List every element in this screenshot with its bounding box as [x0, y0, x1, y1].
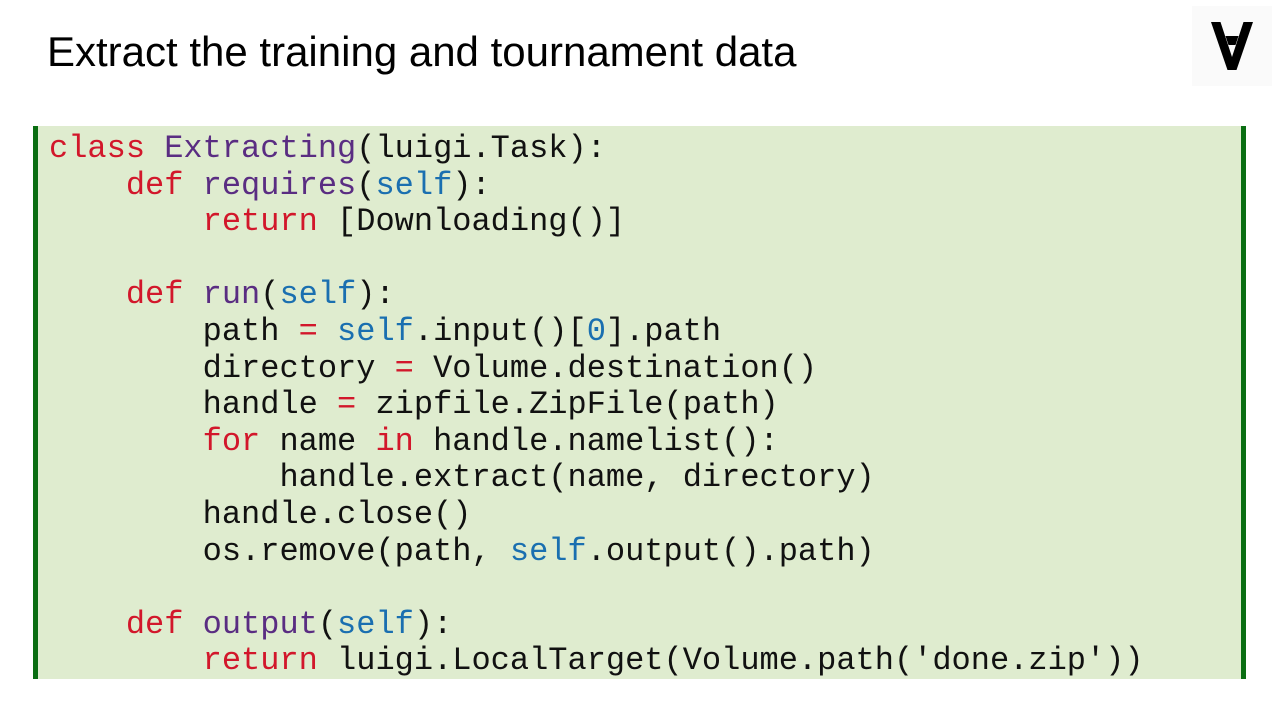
code-line: path = self.input()[0].path	[49, 312, 1241, 351]
code-text: Volume.destination()	[413, 349, 818, 387]
code-text: [Downloading()]	[317, 203, 626, 241]
code-text: .output().path)	[586, 532, 875, 570]
code-self: self	[375, 166, 453, 204]
code-keyword: in	[375, 422, 414, 460]
code-listing: class Extracting(luigi.Task): def requir…	[49, 126, 1241, 679]
code-text: directory	[49, 349, 395, 387]
code-line: return luigi.LocalTarget(Volume.path('do…	[49, 643, 1241, 679]
code-text: name	[260, 422, 376, 460]
code-line: os.remove(path, self.output().path)	[49, 532, 1241, 571]
code-text: ):	[452, 166, 491, 204]
code-line: def run(self):	[49, 277, 1241, 314]
code-text: handle.namelist():	[413, 422, 779, 460]
code-function-name: run	[202, 276, 261, 314]
for-all-symbol-logo-icon	[1211, 22, 1253, 70]
code-text: handle.extract(name, directory)	[49, 459, 875, 497]
code-text: .input()[	[413, 312, 587, 350]
code-text: (	[317, 605, 338, 643]
code-self: self	[279, 276, 357, 314]
code-function-name: output	[202, 605, 318, 643]
code-self: self	[337, 605, 414, 643]
code-line: handle.extract(name, directory)	[49, 460, 1241, 497]
code-self: self	[337, 312, 414, 350]
logo	[1192, 6, 1272, 86]
code-keyword: =	[337, 386, 357, 424]
code-text: os.remove(path,	[49, 532, 510, 570]
code-line: class Extracting(luigi.Task):	[49, 130, 1241, 168]
code-line: for name in handle.namelist():	[49, 422, 1241, 461]
code-keyword: =	[298, 312, 318, 350]
code-line: def output(self):	[49, 605, 1241, 644]
code-text: (	[356, 166, 376, 204]
code-keyword: return	[202, 203, 318, 241]
code-text: ].path	[605, 312, 722, 350]
code-function-name: requires	[202, 166, 357, 204]
code-keyword: def	[125, 605, 184, 643]
code-text: handle.close()	[49, 495, 472, 533]
code-line: return [Downloading()]	[49, 203, 1241, 241]
code-function-name: Extracting	[164, 130, 357, 167]
code-line: handle.close()	[49, 495, 1241, 534]
code-keyword: def	[125, 276, 184, 314]
code-self: self	[509, 532, 587, 570]
code-text: path	[49, 312, 299, 350]
code-text: ):	[356, 276, 395, 314]
code-number: 0	[586, 312, 606, 350]
code-text: ):	[413, 605, 453, 643]
slide-title: Extract the training and tournament data	[47, 28, 797, 75]
code-text: zipfile.ZipFile(path)	[356, 386, 779, 424]
code-text: luigi.LocalTarget(Volume.path('done.zip'…	[317, 642, 1144, 679]
code-line: directory = Volume.destination()	[49, 349, 1241, 388]
code-text: (	[260, 276, 280, 314]
code-keyword: return	[202, 642, 318, 679]
code-keyword: =	[394, 349, 414, 387]
code-keyword: def	[125, 166, 184, 204]
code-keyword: class	[49, 130, 146, 167]
code-text: handle	[49, 386, 338, 424]
code-line: handle = zipfile.ZipFile(path)	[49, 386, 1241, 424]
code-keyword: for	[202, 422, 261, 460]
code-line: def requires(self):	[49, 166, 1241, 205]
code-block: class Extracting(luigi.Task): def requir…	[33, 126, 1246, 679]
code-text: (luigi.Task):	[356, 130, 606, 167]
